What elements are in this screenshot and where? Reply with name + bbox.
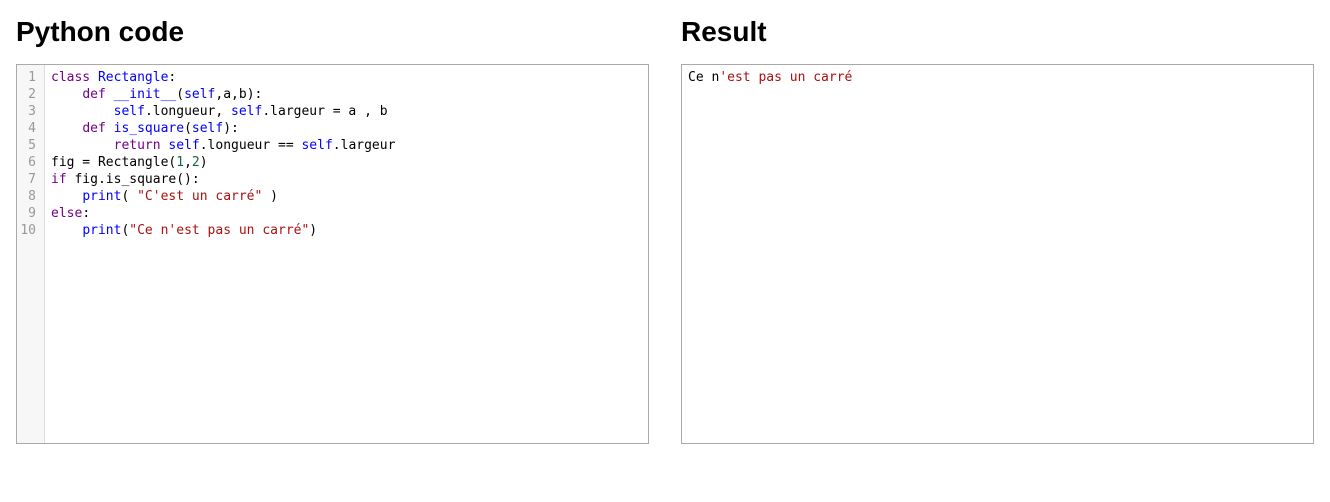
line-number: 9: [17, 205, 40, 222]
result-panel: Result Ce n'est pas un carré: [681, 16, 1314, 444]
code-panel-title: Python code: [16, 16, 649, 48]
result-output[interactable]: Ce n'est pas un carré: [681, 64, 1314, 444]
code-panel: Python code 12345678910 class Rectangle:…: [16, 16, 649, 444]
code-line[interactable]: def is_square(self):: [51, 120, 642, 137]
code-line[interactable]: self.longueur, self.largeur = a , b: [51, 103, 642, 120]
line-number: 2: [17, 86, 40, 103]
code-line[interactable]: return self.longueur == self.largeur: [51, 137, 642, 154]
line-number: 10: [17, 222, 40, 239]
code-line[interactable]: if fig.is_square():: [51, 171, 642, 188]
line-number: 4: [17, 120, 40, 137]
line-number: 1: [17, 69, 40, 86]
code-editor[interactable]: 12345678910 class Rectangle: def __init_…: [16, 64, 649, 444]
code-line[interactable]: print("Ce n'est pas un carré"): [51, 222, 642, 239]
line-number: 8: [17, 188, 40, 205]
line-number: 7: [17, 171, 40, 188]
line-number: 5: [17, 137, 40, 154]
output-line: Ce n'est pas un carré: [688, 69, 1307, 86]
code-line[interactable]: print( "C'est un carré" ): [51, 188, 642, 205]
line-number: 6: [17, 154, 40, 171]
code-line[interactable]: fig = Rectangle(1,2): [51, 154, 642, 171]
line-number-gutter: 12345678910: [17, 65, 45, 443]
code-line[interactable]: class Rectangle:: [51, 69, 642, 86]
result-panel-title: Result: [681, 16, 1314, 48]
line-number: 3: [17, 103, 40, 120]
code-line[interactable]: def __init__(self,a,b):: [51, 86, 642, 103]
code-area[interactable]: class Rectangle: def __init__(self,a,b):…: [45, 65, 648, 443]
code-line[interactable]: else:: [51, 205, 642, 222]
